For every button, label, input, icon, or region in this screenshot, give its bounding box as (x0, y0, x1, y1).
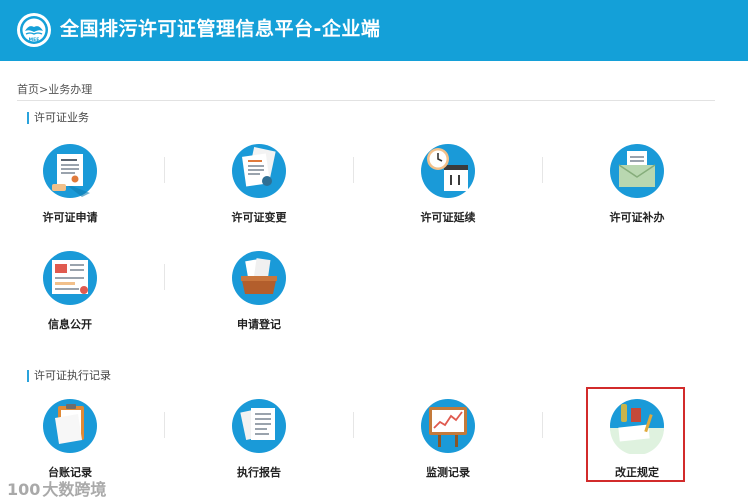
tile-separator (353, 412, 354, 438)
tile-information-disclosure[interactable]: 信息公开 (15, 250, 125, 342)
tile-license-renewal[interactable]: 许可证延续 (393, 143, 503, 235)
monitoring-chart-icon (421, 399, 475, 453)
tile-separator (164, 264, 165, 290)
watermark-logo: 100 (7, 480, 41, 499)
breadcrumb-divider (17, 100, 715, 101)
tile-license-change[interactable]: 许可证变更 (204, 143, 314, 235)
breadcrumb-separator: > (39, 83, 49, 96)
breadcrumb-current: 业务办理 (48, 83, 93, 96)
envelope-icon (610, 144, 664, 198)
file-box-icon (232, 251, 286, 305)
clipboard-icon (43, 399, 97, 453)
watermark: 100 大数跨境 (5, 476, 106, 500)
tile-separator (542, 157, 543, 183)
tile-separator (164, 157, 165, 183)
tile-label: 信息公开 (48, 318, 92, 331)
tile-separator (353, 157, 354, 183)
tile-label: 监测记录 (426, 466, 470, 479)
tile-separator (164, 412, 165, 438)
breadcrumb: 首页>业务办理 (17, 83, 92, 97)
breadcrumb-home[interactable]: 首页 (17, 83, 39, 96)
tile-label: 许可证变更 (231, 211, 287, 224)
ministry-emblem-icon: MEE (17, 13, 51, 47)
watermark-text: 大数跨境 (42, 480, 107, 499)
tile-license-application[interactable]: 许可证申请 (15, 143, 125, 235)
tile-license-reissue[interactable]: 许可证补办 (582, 143, 692, 235)
tile-separator (542, 412, 543, 438)
logo-text: MEE (29, 37, 40, 43)
tile-label: 许可证延续 (420, 211, 476, 224)
tile-application-registration[interactable]: 申请登记 (204, 250, 314, 342)
section-title-license-business: 许可证业务 (27, 112, 89, 124)
change-documents-icon (232, 144, 286, 198)
report-documents-icon (232, 399, 286, 453)
highlight-box (586, 387, 685, 482)
tile-label: 执行报告 (237, 466, 281, 479)
tile-label: 许可证补办 (609, 211, 665, 224)
app-header: MEE 全国排污许可证管理信息平台-企业端 (0, 0, 748, 61)
tile-execution-report[interactable]: 执行报告 (204, 398, 314, 490)
application-document-icon (43, 144, 97, 198)
tile-label: 申请登记 (237, 318, 281, 331)
clock-calendar-icon (421, 144, 475, 198)
info-board-icon (43, 251, 97, 305)
tile-monitoring-records[interactable]: 监测记录 (393, 398, 503, 490)
section-title-execution-records: 许可证执行记录 (27, 370, 111, 382)
page-title: 全国排污许可证管理信息平台-企业端 (60, 18, 381, 40)
tile-label: 许可证申请 (42, 211, 98, 224)
